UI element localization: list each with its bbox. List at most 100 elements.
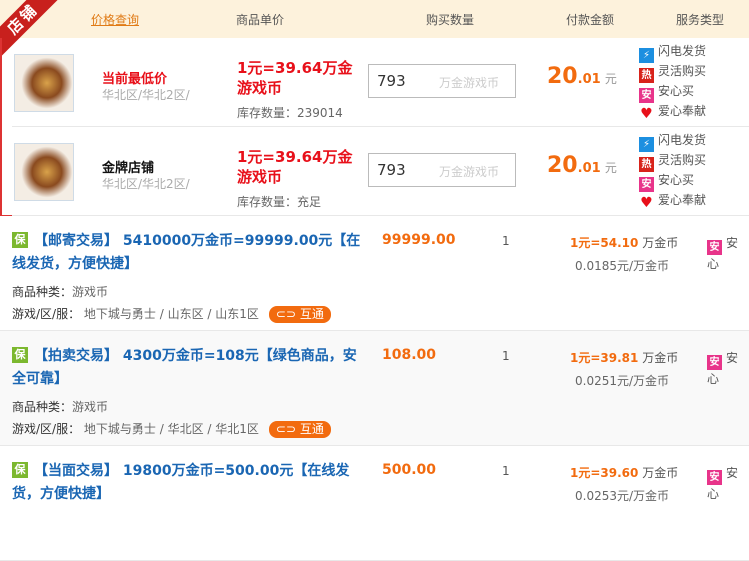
shop-title[interactable]: 金牌店铺 bbox=[102, 157, 154, 176]
service-label: 闪电发货 bbox=[658, 44, 707, 58]
service-hot[interactable]: 热灵活购买 bbox=[639, 61, 707, 83]
rate-unit: 万金币 bbox=[642, 351, 679, 365]
server-info: 游戏/区/服： 地下城与勇士 / 华北区 / 华北1区 ⊂⊃ 互通 bbox=[12, 420, 331, 438]
service-label: 灵活购买 bbox=[658, 153, 707, 167]
service-safe[interactable]: 安安心 bbox=[707, 464, 749, 502]
service-label: 安心买 bbox=[658, 173, 695, 187]
product-kind: 商品种类：游戏币 bbox=[12, 398, 108, 415]
guarantee-icon: 保 bbox=[12, 232, 28, 248]
service-label: 爱心奉献 bbox=[658, 193, 707, 207]
unit-price: 1元=39.64万金游戏币 bbox=[237, 59, 353, 97]
amount-unit: 元 bbox=[604, 72, 617, 86]
quantity-field[interactable]: 万金游戏币 bbox=[368, 153, 516, 187]
server-label: 游戏/区/服： bbox=[12, 307, 81, 321]
header-amount: 付款金额 bbox=[566, 13, 615, 27]
game-logo[interactable] bbox=[14, 143, 74, 201]
rate-value: 1元=54.10 bbox=[570, 236, 639, 250]
quantity-unit: 万金游戏币 bbox=[439, 76, 500, 90]
listing-price: 108.00 bbox=[382, 347, 437, 363]
header-unit-price: 商品单价 bbox=[236, 13, 285, 27]
listing-row: 保【邮寄交易】 5410000万金币=99999.00元【在线发货，方便快捷】 … bbox=[0, 216, 749, 331]
shop-box: 当前最低价 华北区/华北2区/ 1元=39.64万金游戏币 库存数量：23901… bbox=[0, 38, 749, 216]
listing-qty: 1 bbox=[502, 234, 510, 248]
payment-amount: 20.01 元 bbox=[547, 153, 617, 178]
listing-title[interactable]: 保【拍卖交易】 4300万金币=108元【绿色商品，安全可靠】 bbox=[12, 345, 367, 391]
rate-unit: 万金币 bbox=[642, 466, 679, 480]
interop-label: 互通 bbox=[299, 307, 324, 321]
kind-value: 游戏币 bbox=[72, 400, 109, 414]
listing-qty: 1 bbox=[502, 464, 510, 478]
service-label: 灵活购买 bbox=[658, 64, 707, 78]
heart-icon: ♥ bbox=[640, 106, 653, 122]
stock: 库存数量：充足 bbox=[237, 195, 322, 209]
service-charity[interactable]: ♥ 爱心奉献 bbox=[639, 190, 707, 211]
amount-int: 20 bbox=[547, 153, 578, 178]
service-lightning[interactable]: ⚡ 闪电发货 bbox=[639, 41, 707, 63]
product-kind: 商品种类：游戏币 bbox=[12, 283, 108, 300]
safe-icon: 安 bbox=[707, 240, 722, 255]
listing-title[interactable]: 保【当面交易】 19800万金币=500.00元【在线发货，方便快捷】 bbox=[12, 460, 367, 506]
interop-badge: ⊂⊃ 互通 bbox=[268, 421, 331, 438]
rate-value: 1元=39.60 bbox=[570, 466, 639, 480]
exchange-rate: 1元=54.10 万金币 bbox=[570, 234, 678, 251]
kind-label: 商品种类： bbox=[12, 400, 73, 414]
listing-title[interactable]: 保【邮寄交易】 5410000万金币=99999.00元【在线发货，方便快捷】 bbox=[12, 230, 367, 276]
price-query-link[interactable]: 价格查询 bbox=[91, 11, 139, 28]
guarantee-icon: 保 bbox=[12, 347, 28, 363]
quantity-unit: 万金游戏币 bbox=[439, 165, 500, 179]
safe-icon: 安 bbox=[707, 355, 722, 370]
service-safe[interactable]: 安安心 bbox=[707, 349, 749, 387]
payment-amount: 20.01 元 bbox=[547, 64, 617, 89]
listing-qty: 1 bbox=[502, 349, 510, 363]
amount-dec: .01 bbox=[577, 161, 601, 176]
guarantee-icon: 保 bbox=[12, 462, 28, 478]
amount-unit: 元 bbox=[604, 161, 617, 175]
service-safe[interactable]: 安安心买 bbox=[639, 170, 706, 192]
service-safe[interactable]: 安安心 bbox=[707, 234, 749, 272]
rate-value: 1元=39.81 bbox=[570, 351, 639, 365]
service-charity[interactable]: ♥ 爱心奉献 bbox=[639, 101, 707, 122]
quantity-input[interactable] bbox=[369, 154, 429, 186]
kind-value: 游戏币 bbox=[72, 285, 109, 299]
safe-icon: 安 bbox=[707, 470, 722, 485]
listing-title-text[interactable]: 【邮寄交易】 5410000万金币=99999.00元【在线发货，方便快捷】 bbox=[12, 233, 360, 272]
interop-badge: ⊂⊃ 互通 bbox=[268, 306, 331, 323]
unit-cost: 0.0185元/万金币 bbox=[575, 259, 670, 273]
shop-region: 华北区/华北2区/ bbox=[102, 177, 190, 191]
service-list: ⚡ 闪电发货 热灵活购买 安安心买 ♥ 爱心奉献 bbox=[639, 130, 707, 211]
listing-row: 保【拍卖交易】 4300万金币=108元【绿色商品，安全可靠】 商品种类：游戏币… bbox=[0, 331, 749, 446]
listing-price: 99999.00 bbox=[382, 232, 456, 248]
service-lightning[interactable]: ⚡ 闪电发货 bbox=[639, 130, 707, 152]
amount-int: 20 bbox=[547, 64, 578, 89]
listing-row: 保【当面交易】 19800万金币=500.00元【在线发货，方便快捷】 500.… bbox=[0, 446, 749, 561]
listing-price: 500.00 bbox=[382, 462, 437, 478]
listing-title-text[interactable]: 【拍卖交易】 4300万金币=108元【绿色商品，安全可靠】 bbox=[12, 348, 357, 387]
header-service: 服务类型 bbox=[676, 13, 725, 27]
heart-icon: ♥ bbox=[640, 195, 653, 211]
link-icon: ⊂⊃ bbox=[275, 422, 297, 436]
service-label: 安心买 bbox=[658, 84, 695, 98]
service-label: 爱心奉献 bbox=[658, 104, 707, 118]
table-header: 价格查询 商品单价 购买数量 付款金额 服务类型 bbox=[0, 0, 749, 38]
interop-label: 互通 bbox=[299, 422, 324, 436]
listing-title-text[interactable]: 【当面交易】 19800万金币=500.00元【在线发货，方便快捷】 bbox=[12, 463, 349, 502]
service-hot[interactable]: 热灵活购买 bbox=[639, 150, 707, 172]
service-list: ⚡ 闪电发货 热灵活购买 安安心买 ♥ 爱心奉献 bbox=[639, 41, 707, 122]
game-logo[interactable] bbox=[14, 54, 74, 112]
shop-title[interactable]: 当前最低价 bbox=[102, 68, 167, 87]
unit-cost: 0.0253元/万金币 bbox=[575, 489, 670, 503]
server-label: 游戏/区/服： bbox=[12, 422, 81, 436]
shop-row: 金牌店铺 华北区/华北2区/ 1元=39.64万金游戏币 库存数量：充足 万金游… bbox=[2, 127, 749, 216]
exchange-rate: 1元=39.60 万金币 bbox=[570, 464, 678, 481]
exchange-rate: 1元=39.81 万金币 bbox=[570, 349, 678, 366]
quantity-input[interactable] bbox=[369, 65, 429, 97]
service-label: 闪电发货 bbox=[658, 133, 707, 147]
service-safe[interactable]: 安安心买 bbox=[639, 81, 706, 103]
shop-region: 华北区/华北2区/ bbox=[102, 88, 190, 102]
unit-cost: 0.0251元/万金币 bbox=[575, 374, 670, 388]
quantity-field[interactable]: 万金游戏币 bbox=[368, 64, 516, 98]
server-value: 地下城与勇士 / 山东区 / 山东1区 bbox=[83, 307, 259, 321]
rate-unit: 万金币 bbox=[642, 236, 679, 250]
unit-price: 1元=39.64万金游戏币 bbox=[237, 148, 353, 186]
server-value: 地下城与勇士 / 华北区 / 华北1区 bbox=[83, 422, 259, 436]
